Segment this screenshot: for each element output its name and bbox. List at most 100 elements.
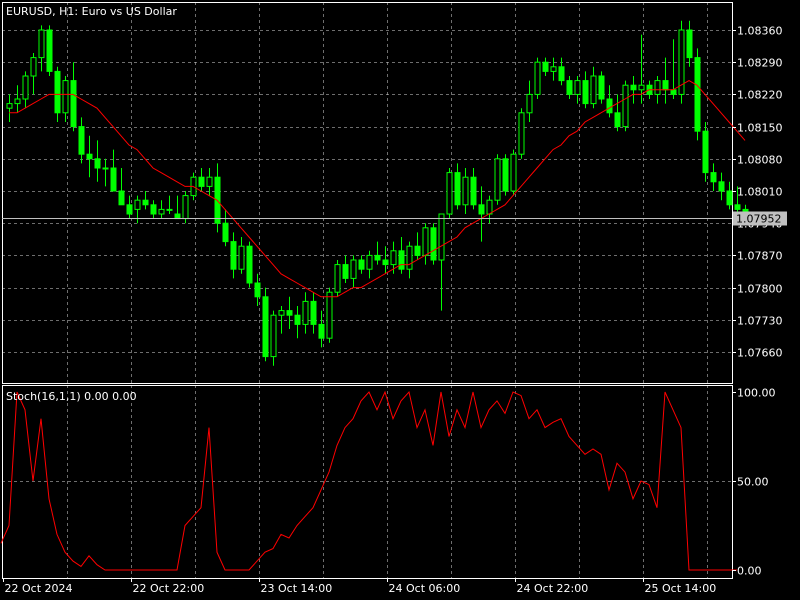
bullish-candle-body (494, 158, 501, 201)
stochastic-tick-label: 0.00 (737, 565, 762, 578)
bearish-candle-body (342, 264, 349, 279)
bearish-candle-body (110, 167, 117, 192)
price-tick-label: 1.08220 (737, 89, 783, 102)
bullish-candle-body (486, 199, 493, 215)
bearish-candle-body (310, 300, 317, 325)
bearish-candle-body (470, 176, 477, 206)
price-tick-label: 1.07870 (737, 250, 783, 263)
bullish-candle-body (622, 84, 629, 128)
time-tick-label: 22 Oct 22:00 (133, 582, 205, 595)
bullish-candle-body (158, 208, 165, 215)
time-tick-label: 24 Oct 22:00 (517, 582, 589, 595)
price-panel-frame (2, 2, 733, 384)
bearish-candle-body (54, 70, 61, 114)
trading-chart[interactable]: 1.08360 1.08290 1.08220 1.08150 1.08080 1.080… (0, 0, 800, 600)
bearish-candle-body (478, 204, 485, 215)
bearish-candle-body (398, 250, 405, 270)
bullish-candle-body (102, 167, 109, 170)
price-tick-label: 1.08290 (737, 57, 783, 70)
bearish-candle-body (198, 176, 205, 187)
bearish-candle-body (662, 80, 669, 91)
bearish-candle-body (358, 259, 365, 270)
bearish-candle-body (246, 245, 253, 284)
bearish-candle-body (606, 98, 613, 114)
price-tick-label: 1.08080 (737, 154, 783, 167)
time-tick-label: 24 Oct 06:00 (389, 582, 461, 595)
bearish-candle-body (630, 84, 637, 91)
bullish-candle-body (422, 227, 429, 256)
bullish-candle-body (278, 310, 285, 316)
bearish-candle-body (382, 259, 389, 266)
bearish-candle-body (598, 75, 605, 100)
bearish-candle-body (286, 310, 293, 316)
time-tick-label: 22 Oct 2024 (5, 582, 73, 595)
stochastic-title: Stoch(16,1,1) 0.00 0.00 (6, 390, 137, 403)
bullish-candle-body (206, 176, 213, 187)
bearish-candle-body (430, 227, 437, 261)
bearish-candle-body (318, 323, 325, 339)
bullish-candle-body (334, 264, 341, 293)
bearish-candle-body (694, 57, 701, 132)
price-chart-title: EURUSD, H1: Euro vs US Dollar (6, 5, 177, 18)
price-tick-label: 1.07660 (737, 347, 783, 360)
bearish-candle-body (46, 29, 53, 72)
bullish-candle-body (550, 66, 557, 72)
bullish-candle-body (510, 153, 517, 192)
bearish-candle-body (582, 80, 589, 105)
bearish-candle-body (118, 190, 125, 206)
current-price-label: 1.07952 (736, 213, 782, 226)
candlestick-series (6, 20, 749, 366)
bullish-candle-body (38, 29, 45, 59)
price-tick-label: 1.07730 (737, 315, 783, 328)
bearish-candle-body (718, 181, 725, 192)
bullish-candle-body (238, 245, 245, 270)
bearish-candle-body (702, 130, 709, 174)
bullish-candle-body (406, 245, 413, 270)
bullish-candle-body (526, 93, 533, 114)
bullish-candle-body (166, 208, 173, 211)
bullish-candle-body (302, 300, 309, 325)
bearish-candle-body (78, 126, 85, 155)
bearish-candle-body (614, 112, 621, 128)
bullish-candle-body (14, 98, 21, 105)
stochastic-grid (2, 385, 732, 578)
bearish-candle-body (262, 296, 269, 358)
price-tick-label: 1.08010 (737, 186, 783, 199)
bullish-candle-body (326, 291, 333, 339)
bullish-candle-body (270, 314, 277, 358)
bearish-candle-body (670, 89, 677, 95)
bearish-candle-body (502, 158, 509, 192)
price-tick-label: 1.07800 (737, 283, 783, 296)
bullish-candle-body (22, 75, 29, 100)
time-tick-label: 25 Oct 14:00 (645, 582, 717, 595)
bullish-candle-body (574, 80, 581, 95)
bullish-candle-body (534, 61, 541, 95)
bearish-candle-body (222, 222, 229, 243)
bullish-candle-body (446, 172, 453, 215)
bullish-candle-body (182, 195, 189, 220)
bearish-candle-body (710, 172, 717, 183)
bullish-candle-body (62, 80, 69, 114)
stochastic-axis-labels: 100.00 50.00 0.00 (732, 387, 776, 578)
bearish-candle-body (86, 153, 93, 160)
bearish-candle-body (174, 213, 181, 220)
price-tick-label: 1.08150 (737, 122, 783, 135)
bearish-candle-body (542, 61, 549, 72)
price-grid (2, 2, 732, 383)
bearish-candle-body (230, 241, 237, 270)
price-tick-label: 1.08360 (737, 25, 783, 38)
bullish-candle-body (590, 75, 597, 105)
bullish-candle-body (390, 250, 397, 266)
bearish-candle-body (126, 204, 133, 215)
bearish-candle-body (454, 172, 461, 206)
bearish-candle-body (734, 204, 741, 210)
bearish-candle-body (374, 254, 381, 261)
bearish-candle-body (254, 282, 261, 298)
time-tick-label: 23 Oct 14:00 (261, 582, 333, 595)
bullish-candle-body (30, 57, 37, 77)
bearish-candle-body (150, 204, 157, 215)
bearish-candle-body (142, 199, 149, 206)
bullish-candle-body (366, 254, 373, 270)
bearish-candle-body (686, 29, 693, 59)
bullish-candle-body (134, 199, 141, 210)
